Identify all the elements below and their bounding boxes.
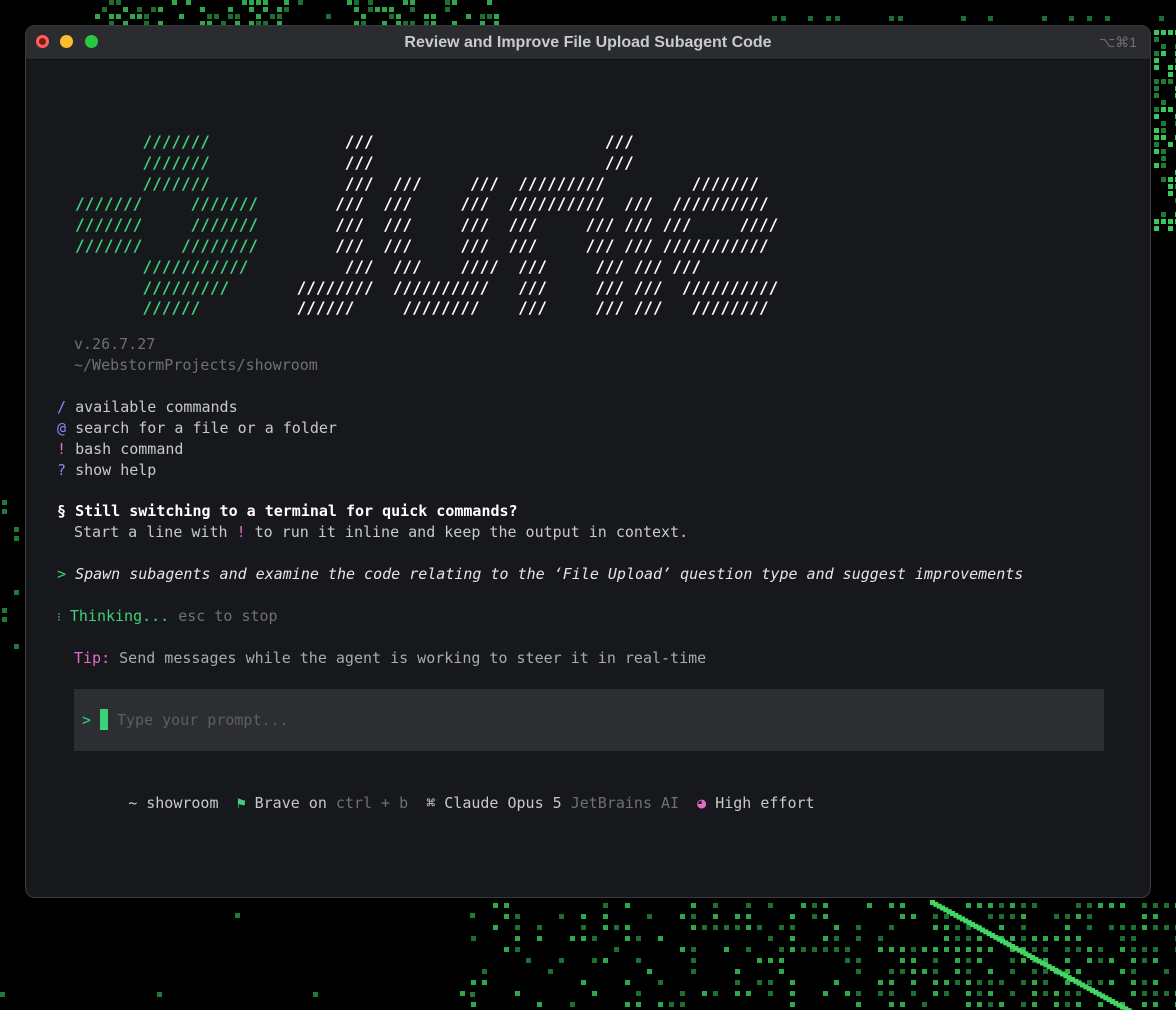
brave-shortcut: ctrl + b: [335, 794, 409, 812]
logo-segment: ////// //////// /// /// /// ////////: [200, 298, 769, 318]
flag-icon: ⚑: [236, 794, 246, 812]
command-item: ? show help: [57, 460, 156, 480]
logo-segment: //////: [142, 298, 201, 318]
command-symbol: @: [57, 419, 67, 437]
brave-mode-label[interactable]: Brave on: [255, 794, 327, 812]
thinking-label: Thinking...: [69, 607, 170, 625]
message-text: Spawn subagents and examine the code rel…: [75, 565, 1024, 583]
command-item: / available commands: [57, 397, 238, 417]
tip-line: Tip: Send messages while the agent is wo…: [74, 648, 706, 668]
text-cursor: [100, 709, 108, 730]
terminal-content: /////// /// /// /////// /// /// /////// …: [26, 59, 1150, 897]
window-title: Review and Improve File Upload Subagent …: [404, 34, 772, 51]
logo-segment: [75, 278, 142, 297]
command-label: search for a file or a folder: [75, 419, 337, 437]
logo-segment: /// ///: [209, 132, 634, 151]
logo-segment: /// /// /// /// /// /// ///////////: [258, 235, 769, 255]
message-prompt-icon: >: [57, 565, 67, 583]
logo-segment: //////// ////////// /// /// /// ////////…: [229, 277, 779, 297]
logo-segment: /////// ///////: [75, 194, 259, 214]
command-label: show help: [75, 461, 157, 479]
ascii-logo: /////// /// /// /////// /// /// /////// …: [75, 132, 778, 319]
command-item: @ search for a file or a folder: [57, 418, 337, 438]
hint-body: Start a line with ! to run it inline and…: [74, 522, 688, 542]
command-symbol: /: [57, 398, 67, 416]
title-bar: Review and Improve File Upload Subagent …: [26, 26, 1150, 60]
thinking-status: ⁝ Thinking... esc to stop: [57, 606, 278, 627]
command-symbol: ?: [57, 461, 67, 479]
logo-segment: [75, 257, 142, 276]
command-label: available commands: [75, 398, 238, 416]
command-label: bash command: [75, 440, 184, 458]
logo-segment: /// /// /// ///////// ///////: [209, 173, 759, 193]
logo-segment: ///////////: [142, 256, 249, 276]
hint-heading-line: § Still switching to a terminal for quic…: [57, 501, 518, 521]
tip-label: Tip:: [74, 649, 111, 667]
spinner-icon: ⁝: [57, 610, 61, 624]
section-icon: §: [57, 502, 67, 520]
logo-segment: /// /// //// /// /// /// ///: [248, 256, 702, 276]
bang-symbol: !: [236, 523, 246, 541]
effort-selector[interactable]: High effort: [715, 794, 814, 812]
home-icon: ~: [128, 794, 138, 812]
logo-segment: /////// ////////: [75, 235, 259, 255]
logo-segment: /////////: [142, 277, 230, 297]
logo-segment: /// /// /// /// /// /// /// ////: [258, 215, 779, 235]
prompt-input-box[interactable]: > Type your prompt...: [74, 689, 1104, 751]
version-text: v.26.7.27: [74, 335, 156, 353]
provider-label: JetBrains AI: [570, 794, 680, 812]
logo-segment: /////// ///////: [75, 215, 259, 235]
command-symbol: !: [57, 440, 67, 458]
logo-segment: /// /// /// ////////// /// //////////: [258, 194, 769, 214]
logo-segment: ///////: [142, 152, 210, 172]
hint-text-after: to run it inline and keep the output in …: [245, 523, 689, 541]
logo-segment: /// ///: [209, 152, 634, 172]
logo-segment: [75, 298, 142, 317]
terminal-window: Review and Improve File Upload Subagent …: [25, 25, 1151, 898]
project-path: ~/WebstormProjects/showroom: [74, 356, 318, 374]
tip-text: Send messages while the agent is working…: [119, 649, 707, 667]
directory-label: showroom: [146, 794, 219, 812]
window-shortcut: ⌥⌘1: [1099, 34, 1137, 50]
logo-segment: [75, 153, 142, 172]
logo-segment: ///////: [142, 173, 210, 193]
hint-heading: Still switching to a terminal for quick …: [75, 502, 518, 520]
logo-segment: ///////: [142, 132, 210, 151]
effort-icon: ◕: [697, 794, 707, 812]
command-icon: ⌘: [426, 794, 436, 812]
command-item: ! bash command: [57, 439, 183, 459]
logo-segment: [75, 174, 142, 193]
user-message: > Spawn subagents and examine the code r…: [57, 564, 1023, 584]
model-selector[interactable]: Claude Opus 5: [444, 794, 561, 812]
status-bar: ~ showroom ⚑ Brave on ctrl + b ⌘ Claude …: [74, 773, 814, 833]
hint-text-before: Start a line with: [74, 523, 237, 541]
logo-segment: [75, 132, 142, 151]
prompt-input[interactable]: Type your prompt...: [117, 710, 289, 730]
stop-hint: esc to stop: [178, 607, 278, 625]
input-prompt-icon: >: [82, 711, 92, 729]
